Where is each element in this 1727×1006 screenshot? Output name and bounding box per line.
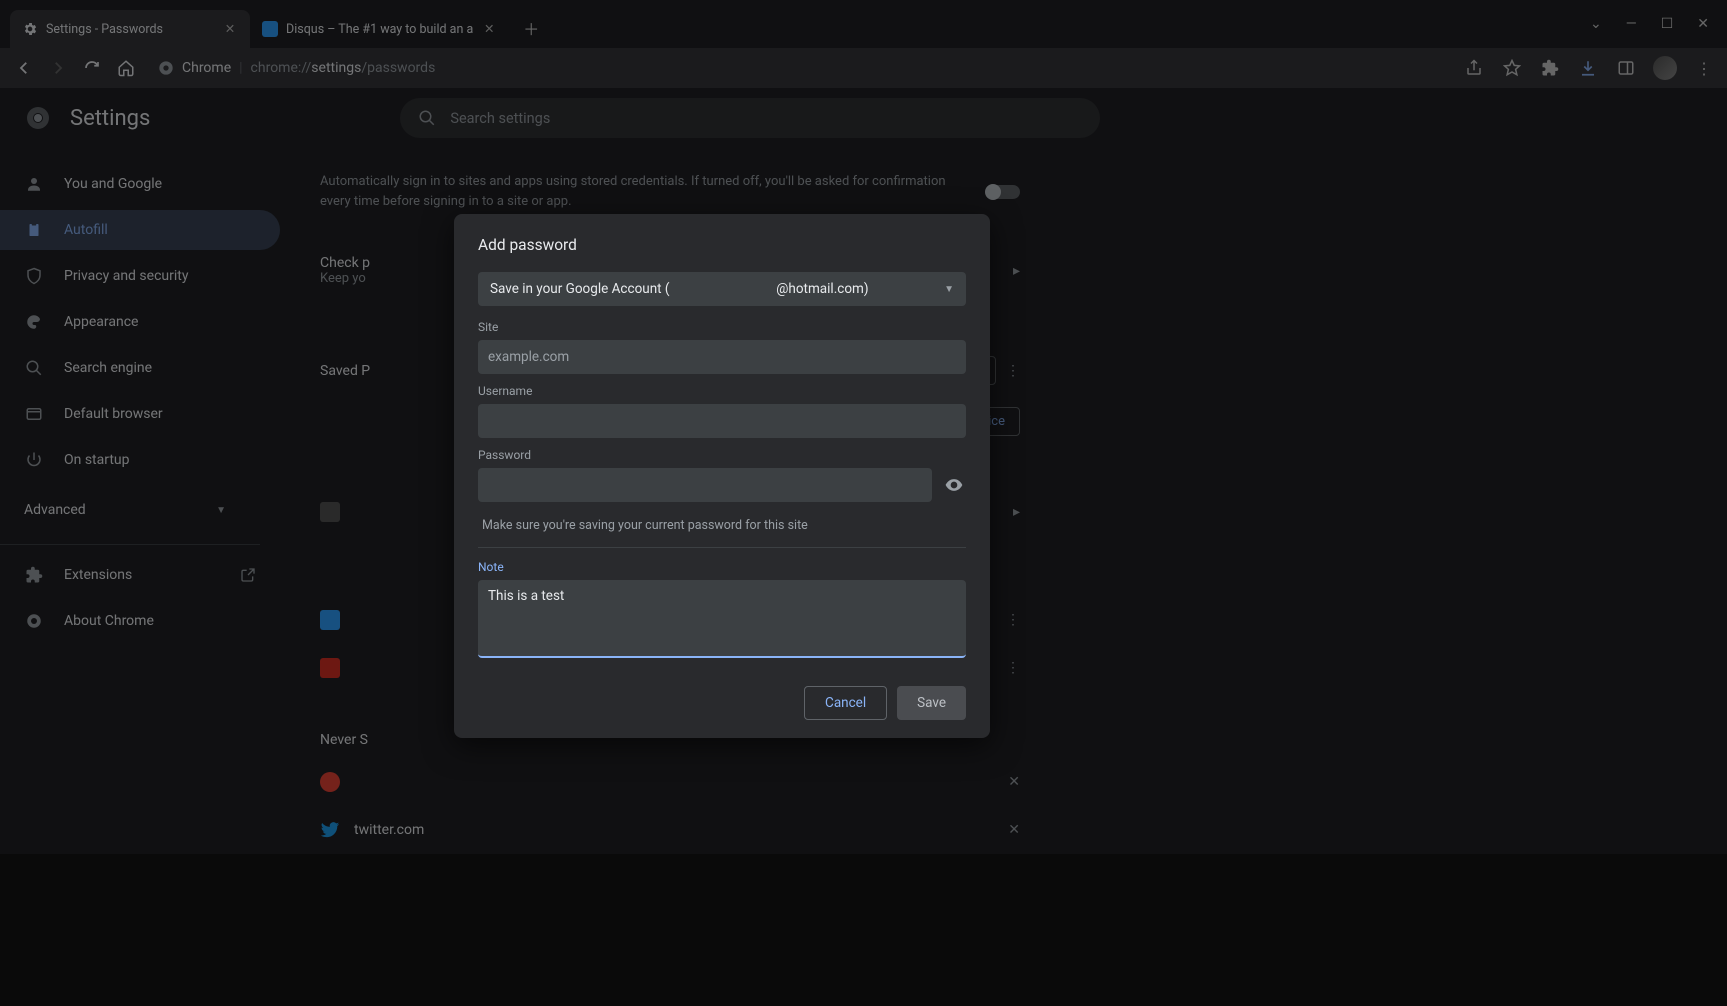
chrome-icon xyxy=(158,60,174,76)
site-favicon xyxy=(320,610,340,630)
add-password-dialog: Add password Save in your Google Account… xyxy=(454,214,990,738)
twitter-icon xyxy=(320,820,340,840)
tab-title: Disqus – The #1 way to build an a xyxy=(286,22,473,37)
tab-title: Settings - Passwords xyxy=(46,22,163,37)
site-favicon xyxy=(320,502,340,522)
more-menu-icon[interactable]: ⋮ xyxy=(1006,363,1020,379)
note-label: Note xyxy=(478,560,966,574)
new-tab-button[interactable]: ＋ xyxy=(517,14,545,42)
search-icon xyxy=(418,109,436,127)
site-input[interactable] xyxy=(478,340,966,374)
site-favicon xyxy=(320,772,340,792)
close-window-icon[interactable]: ✕ xyxy=(1697,16,1709,32)
password-label: Password xyxy=(478,448,966,462)
address-bar[interactable]: Chrome | chrome://settings/passwords xyxy=(148,53,445,83)
username-label: Username xyxy=(478,384,966,398)
reload-button[interactable] xyxy=(80,56,104,80)
chrome-logo-icon xyxy=(26,106,50,130)
browser-toolbar: Chrome | chrome://settings/passwords ⋮ xyxy=(0,48,1727,88)
chrome-icon xyxy=(24,611,44,631)
maximize-icon[interactable]: ☐ xyxy=(1661,16,1674,32)
password-input[interactable] xyxy=(478,468,932,502)
sidebar-item-privacy[interactable]: Privacy and security xyxy=(0,256,280,296)
clipboard-icon xyxy=(24,220,44,240)
chevron-down-icon[interactable]: ⌄ xyxy=(1590,16,1602,32)
save-button[interactable]: Save xyxy=(897,686,966,720)
settings-sidebar: You and Google Autofill Privacy and secu… xyxy=(0,88,280,854)
autosignin-toggle[interactable] xyxy=(986,185,1020,199)
close-tab-icon[interactable]: ✕ xyxy=(222,21,238,37)
more-menu-icon[interactable]: ⋮ xyxy=(1006,612,1020,628)
username-input[interactable] xyxy=(478,404,966,438)
extensions-icon[interactable] xyxy=(1539,57,1561,79)
search-icon xyxy=(24,358,44,378)
back-button[interactable] xyxy=(12,56,36,80)
browser-tab-settings[interactable]: Settings - Passwords ✕ xyxy=(10,10,250,48)
downloads-icon[interactable] xyxy=(1577,57,1599,79)
sidebar-divider xyxy=(0,544,260,545)
never-saved-row: ✕ xyxy=(320,758,1020,806)
note-input[interactable] xyxy=(478,580,966,658)
forward-button[interactable] xyxy=(46,56,70,80)
password-helper-text: Make sure you're saving your current pas… xyxy=(478,502,966,548)
settings-search-input[interactable]: Search settings xyxy=(400,98,1100,138)
sidebar-item-autofill[interactable]: Autofill xyxy=(0,210,280,250)
minimize-icon[interactable]: ― xyxy=(1626,16,1637,32)
show-password-icon[interactable] xyxy=(942,475,966,495)
browser-titlebar: Settings - Passwords ✕ Disqus – The #1 w… xyxy=(0,0,1727,48)
sidebar-item-you-and-google[interactable]: You and Google xyxy=(0,164,280,204)
chevron-down-icon: ▼ xyxy=(944,284,954,295)
external-link-icon xyxy=(240,567,256,583)
chevron-down-icon: ▼ xyxy=(216,505,226,516)
settings-header: Settings Search settings xyxy=(0,88,1727,148)
sidebar-item-on-startup[interactable]: On startup xyxy=(0,440,280,480)
menu-icon[interactable]: ⋮ xyxy=(1693,57,1715,79)
site-favicon xyxy=(320,658,340,678)
cancel-button[interactable]: Cancel xyxy=(804,686,887,720)
settings-title: Settings xyxy=(70,106,150,131)
remove-icon[interactable]: ✕ xyxy=(1008,774,1020,790)
site-label: Site xyxy=(478,320,966,334)
sidebar-item-search-engine[interactable]: Search engine xyxy=(0,348,280,388)
dialog-title: Add password xyxy=(478,236,966,254)
save-location-dropdown[interactable]: Save in your Google Account ( @hotmail.c… xyxy=(478,272,966,306)
puzzle-icon xyxy=(24,565,44,585)
url-scheme: Chrome xyxy=(182,60,231,76)
saved-passwords-title: Saved P xyxy=(320,363,370,379)
sidebar-item-about[interactable]: About Chrome xyxy=(0,601,280,641)
chevron-right-icon: ▸ xyxy=(1013,263,1020,279)
close-tab-icon[interactable]: ✕ xyxy=(481,21,497,37)
sidebar-item-extensions[interactable]: Extensions xyxy=(0,555,280,595)
palette-icon xyxy=(24,312,44,332)
browser-icon xyxy=(24,404,44,424)
remove-icon[interactable]: ✕ xyxy=(1008,822,1020,838)
sidebar-advanced-toggle[interactable]: Advanced ▼ xyxy=(0,486,250,534)
browser-tab-disqus[interactable]: Disqus – The #1 way to build an a ✕ xyxy=(250,10,509,48)
shield-icon xyxy=(24,266,44,286)
profile-avatar[interactable] xyxy=(1653,56,1677,80)
more-menu-icon[interactable]: ⋮ xyxy=(1006,660,1020,676)
gear-icon xyxy=(22,21,38,37)
chevron-right-icon: ▸ xyxy=(1013,504,1020,520)
bookmark-icon[interactable] xyxy=(1501,57,1523,79)
home-button[interactable] xyxy=(114,56,138,80)
sidebar-item-appearance[interactable]: Appearance xyxy=(0,302,280,342)
sidepanel-icon[interactable] xyxy=(1615,57,1637,79)
disqus-icon xyxy=(262,21,278,37)
share-icon[interactable] xyxy=(1463,57,1485,79)
power-icon xyxy=(24,450,44,470)
person-icon xyxy=(24,174,44,194)
never-saved-row: twitter.com ✕ xyxy=(320,806,1020,854)
sidebar-item-default-browser[interactable]: Default browser xyxy=(0,394,280,434)
autosignin-description: Automatically sign in to sites and apps … xyxy=(320,172,968,211)
